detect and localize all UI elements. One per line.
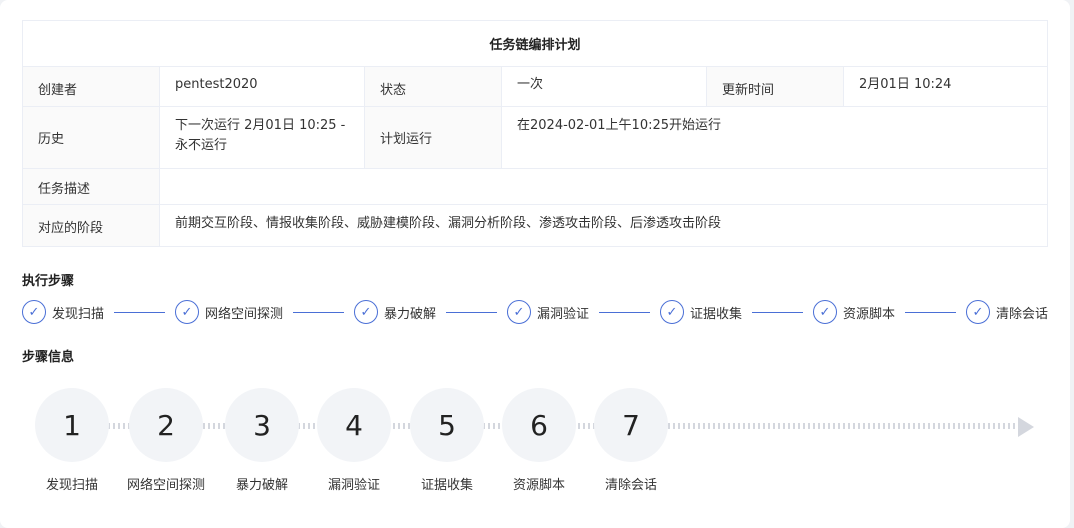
table-title: 任务链编排计划 xyxy=(23,21,1047,67)
step-item[interactable]: ✓ 证据收集 xyxy=(660,300,742,324)
check-icon: ✓ xyxy=(660,300,684,324)
main-panel: 任务链编排计划 创建者 pentest2020 状态 一次 更新时间 2月01日… xyxy=(0,0,1070,528)
creator-label: 创建者 xyxy=(23,67,160,106)
step-connector xyxy=(446,311,497,313)
step-node-number: 4 xyxy=(317,388,391,462)
step-node[interactable]: 3 暴力破解 xyxy=(225,388,299,493)
step-connector xyxy=(293,311,344,313)
check-icon: ✓ xyxy=(175,300,199,324)
step-item[interactable]: ✓ 发现扫描 xyxy=(22,300,104,324)
step-node-number: 6 xyxy=(502,388,576,462)
task-desc-value xyxy=(160,169,1047,204)
table-row: 任务描述 xyxy=(23,169,1047,205)
step-item[interactable]: ✓ 网络空间探测 xyxy=(175,300,283,324)
step-label: 资源脚本 xyxy=(843,306,896,322)
plan-run-value: 在2024-02-01上午10:25开始运行 xyxy=(517,118,722,133)
step-node-number: 2 xyxy=(129,388,203,462)
check-icon: ✓ xyxy=(966,300,990,324)
plan-run-label: 计划运行 xyxy=(365,107,502,168)
history-label: 历史 xyxy=(23,107,160,168)
history-value: 下一次运行 2月01日 10:25 - 永不运行 xyxy=(160,107,365,168)
stage-value: 前期交互阶段、情报收集阶段、威胁建模阶段、漏洞分析阶段、渗透攻击阶段、后渗透攻击… xyxy=(175,216,722,231)
creator-value: pentest2020 xyxy=(160,67,365,106)
task-desc-label: 任务描述 xyxy=(23,169,160,204)
history-value-line2: 永不运行 xyxy=(175,138,228,153)
table-row: 创建者 pentest2020 状态 一次 更新时间 2月01日 10:24 xyxy=(23,67,1047,107)
step-label: 证据收集 xyxy=(690,306,743,322)
step-node[interactable]: 5 证据收集 xyxy=(410,388,484,493)
check-icon: ✓ xyxy=(22,300,46,324)
step-connector xyxy=(905,311,956,313)
step-item[interactable]: ✓ 暴力破解 xyxy=(354,300,436,324)
exec-steps-bar: ✓ 发现扫描 ✓ 网络空间探测 ✓ 暴力破解 ✓ 漏洞验证 ✓ 证据收集 ✓ 资… xyxy=(22,299,1048,325)
step-node[interactable]: 2 网络空间探测 xyxy=(127,388,205,493)
step-connector xyxy=(599,311,650,313)
history-value-line1: 下一次运行 2月01日 10:25 - xyxy=(175,118,346,133)
step-node[interactable]: 4 漏洞验证 xyxy=(317,388,391,493)
arrow-right-icon xyxy=(1018,417,1034,437)
step-node-number: 7 xyxy=(594,388,668,462)
step-connector xyxy=(114,311,165,313)
step-info-flow: 1 发现扫描 2 网络空间探测 3 暴力破解 4 漏洞验证 5 证据收集 6 资… xyxy=(0,388,1074,498)
step-item[interactable]: ✓ 清除会话 xyxy=(966,300,1048,324)
step-node[interactable]: 7 清除会话 xyxy=(594,388,668,493)
check-icon: ✓ xyxy=(354,300,378,324)
step-item[interactable]: ✓ 资源脚本 xyxy=(813,300,895,324)
table-row: 历史 下一次运行 2月01日 10:25 - 永不运行 计划运行 在2024-0… xyxy=(23,107,1047,169)
step-label: 暴力破解 xyxy=(384,306,437,322)
step-item[interactable]: ✓ 漏洞验证 xyxy=(507,300,589,324)
step-node-label: 清除会话 xyxy=(604,478,657,493)
plan-info-table: 任务链编排计划 创建者 pentest2020 状态 一次 更新时间 2月01日… xyxy=(22,20,1048,247)
step-node-number: 1 xyxy=(35,388,109,462)
updated-value: 2月01日 10:24 xyxy=(859,77,952,92)
updated-label: 更新时间 xyxy=(707,67,844,106)
step-info-title: 步骤信息 xyxy=(22,350,75,365)
exec-steps-title: 执行步骤 xyxy=(22,274,75,289)
table-row: 对应的阶段 前期交互阶段、情报收集阶段、威胁建模阶段、漏洞分析阶段、渗透攻击阶段… xyxy=(23,205,1047,246)
check-icon: ✓ xyxy=(507,300,531,324)
step-node-number: 5 xyxy=(410,388,484,462)
step-label: 发现扫描 xyxy=(52,306,105,322)
status-label: 状态 xyxy=(365,67,502,106)
step-node[interactable]: 1 发现扫描 xyxy=(35,388,109,493)
step-label: 清除会话 xyxy=(996,306,1049,322)
step-connector xyxy=(752,311,803,313)
step-node-number: 3 xyxy=(225,388,299,462)
step-label: 网络空间探测 xyxy=(205,306,284,322)
step-label: 漏洞验证 xyxy=(537,306,590,322)
check-icon: ✓ xyxy=(813,300,837,324)
status-value: 一次 xyxy=(502,67,707,106)
stage-label: 对应的阶段 xyxy=(23,205,160,246)
step-node[interactable]: 6 资源脚本 xyxy=(502,388,576,493)
